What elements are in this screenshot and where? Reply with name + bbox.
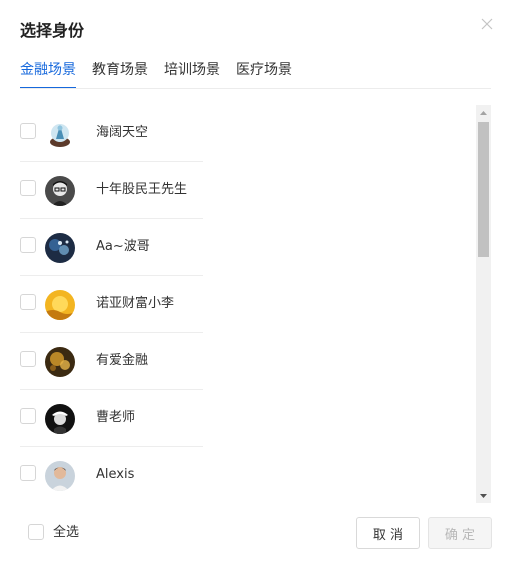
select-all-label[interactable]: 全选	[53, 524, 79, 542]
identity-name: 十年股民王先生	[96, 182, 188, 197]
tabs-divider	[20, 88, 491, 89]
identity-name: Alexis	[96, 467, 135, 482]
tab-medical[interactable]: 医疗场景	[236, 60, 292, 88]
select-all-checkbox[interactable]	[28, 524, 44, 540]
identity-name: 曹老师	[96, 410, 136, 425]
dialog-title: 选择身份	[20, 21, 85, 40]
identity-checkbox[interactable]	[20, 237, 36, 253]
list-scrollbar[interactable]	[476, 105, 491, 503]
tab-training[interactable]: 培训场景	[164, 60, 220, 88]
list-item[interactable]: 十年股民王先生	[20, 162, 203, 219]
tab-education[interactable]: 教育场景	[92, 60, 148, 88]
tab-finance[interactable]: 金融场景	[20, 60, 76, 89]
list-item[interactable]: Alexis	[20, 447, 203, 503]
person-photo-avatar-icon	[45, 461, 75, 491]
list-item[interactable]: Aa~波哥	[20, 219, 203, 276]
identity-checkbox[interactable]	[20, 465, 36, 481]
identity-name: Aa~波哥	[96, 239, 150, 254]
dark-blue-abstract-avatar-icon	[45, 233, 75, 263]
select-identity-dialog: 选择身份 金融场景 教育场景 培训场景 医疗场景 海阔天空 十年股民王先生 Aa…	[0, 0, 511, 566]
list-item[interactable]: 诺亚财富小李	[20, 276, 203, 333]
scene-tabs: 金融场景 教育场景 培训场景 医疗场景	[20, 60, 308, 89]
list-item[interactable]: 海阔天空	[20, 105, 203, 162]
scroll-up-arrow-icon[interactable]	[476, 105, 491, 120]
identity-name: 海阔天空	[96, 125, 149, 140]
identity-list: 海阔天空 十年股民王先生 Aa~波哥 诺亚财富小李 有爱金融 曹老师 Alexi…	[20, 105, 203, 503]
identity-checkbox[interactable]	[20, 294, 36, 310]
sunset-avatar-icon	[45, 290, 75, 320]
identity-checkbox[interactable]	[20, 123, 36, 139]
close-icon[interactable]	[479, 16, 495, 32]
identity-name: 诺亚财富小李	[96, 296, 175, 311]
man-with-glasses-avatar-icon	[45, 176, 75, 206]
list-item[interactable]: 曹老师	[20, 390, 203, 447]
identity-checkbox[interactable]	[20, 351, 36, 367]
identity-checkbox[interactable]	[20, 408, 36, 424]
man-black-hat-avatar-icon	[45, 404, 75, 434]
scroll-down-arrow-icon[interactable]	[476, 488, 491, 503]
scrollbar-thumb[interactable]	[478, 122, 489, 257]
cancel-button[interactable]: 取 消	[356, 517, 420, 549]
identity-list-viewport: 海阔天空 十年股民王先生 Aa~波哥 诺亚财富小李 有爱金融 曹老师 Alexi…	[20, 105, 491, 503]
identity-checkbox[interactable]	[20, 180, 36, 196]
bokeh-lights-avatar-icon	[45, 347, 75, 377]
identity-name: 有爱金融	[96, 353, 149, 368]
snow-globe-avatar-icon	[45, 119, 75, 149]
list-item[interactable]: 有爱金融	[20, 333, 203, 390]
confirm-button[interactable]: 确 定	[428, 517, 492, 549]
